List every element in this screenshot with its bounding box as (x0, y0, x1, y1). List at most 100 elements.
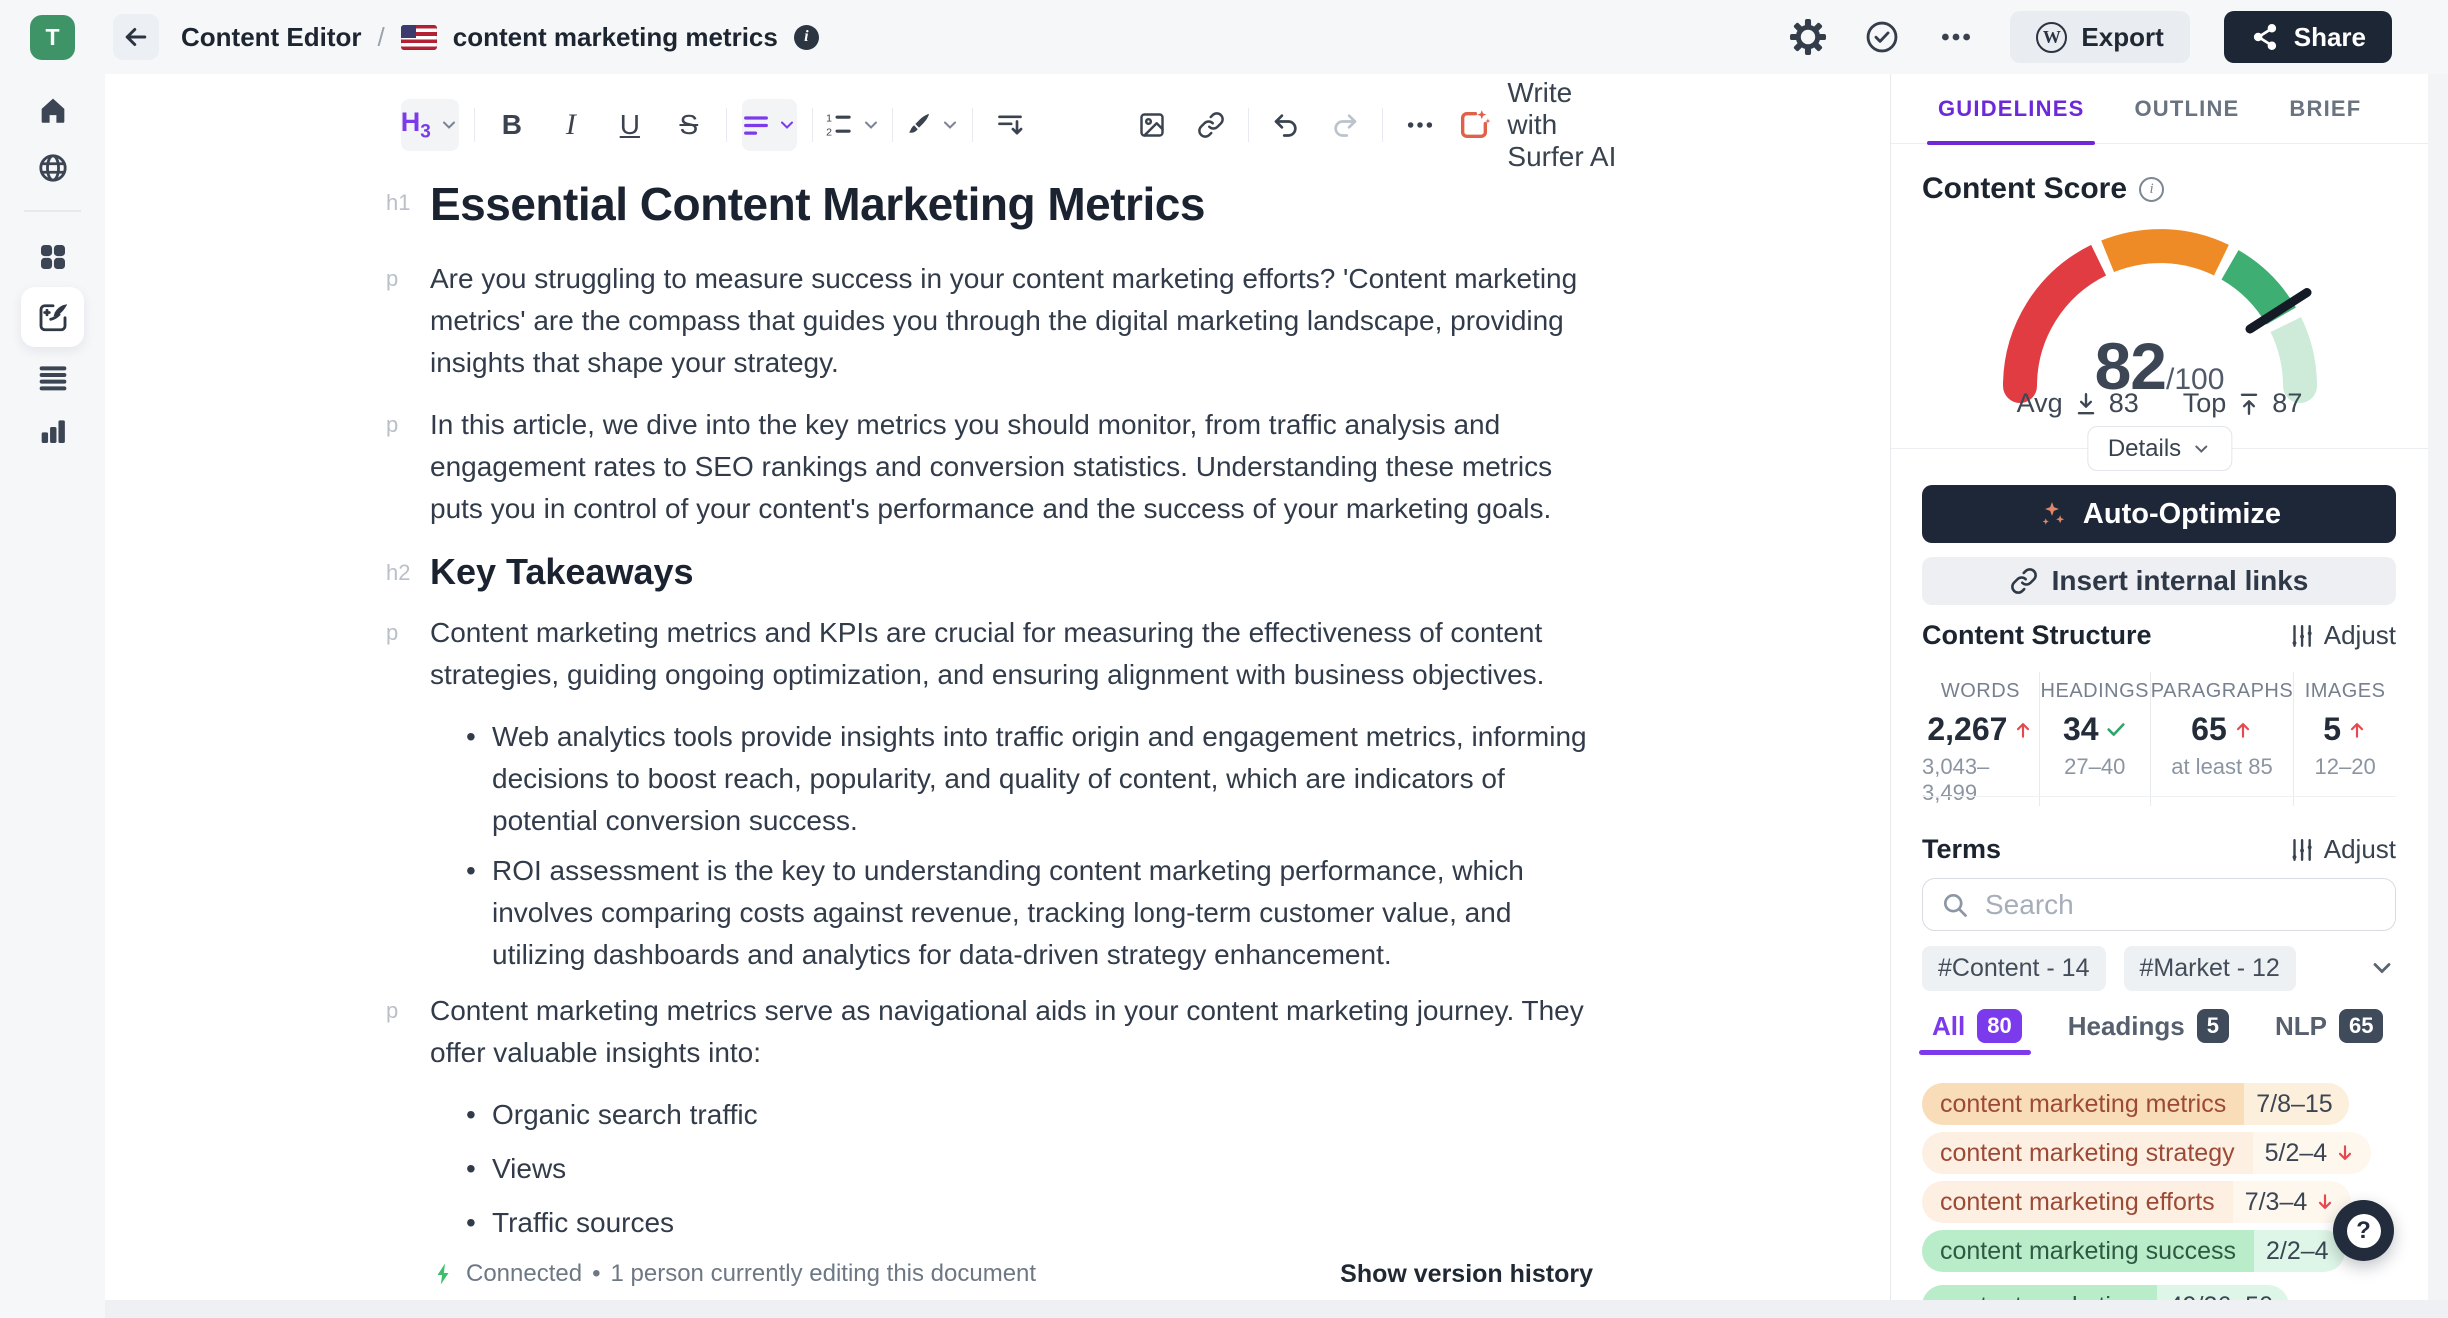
terms-search-input[interactable] (1985, 888, 2377, 921)
auto-optimize-button[interactable]: Auto-Optimize (1922, 485, 2396, 543)
show-version-history-link[interactable]: Show version history (1340, 1260, 1593, 1289)
term-text: content marketing (1922, 1285, 2157, 1300)
topic-chip-content[interactable]: #Content - 14 (1922, 945, 2106, 991)
sidebar-item-analytics[interactable] (0, 415, 105, 447)
term-chip[interactable]: content marketing strategy 5/2–4 (1922, 1132, 2372, 1174)
check-circle-icon[interactable] (1862, 17, 1902, 57)
document-bullet[interactable]: Views (466, 1148, 1592, 1190)
avg-value: 83 (2108, 388, 2139, 418)
content-score-info-icon[interactable]: i (2139, 176, 2165, 202)
toolbar-divider (812, 108, 814, 142)
arrow-left-icon (121, 22, 151, 52)
document-h1[interactable]: Essential Content Marketing Metrics (430, 174, 1592, 234)
document-title[interactable]: content marketing metrics (453, 22, 778, 53)
stat-label: WORDS (1940, 680, 2020, 702)
settings-gear-icon[interactable] (1788, 17, 1828, 57)
tab-outline[interactable]: OUTLINE (2134, 96, 2239, 122)
score-details-button[interactable]: Details (2086, 426, 2233, 471)
tab-guidelines[interactable]: GUIDELINES (1938, 96, 2084, 122)
sidebar-item-outlines[interactable] (0, 361, 105, 393)
ordered-list-icon: 12 (825, 111, 853, 139)
terms-title: Terms (1922, 834, 2002, 864)
chevron-down-icon (439, 115, 459, 135)
toolbar-divider (725, 108, 727, 142)
breadcrumb-root[interactable]: Content Editor (181, 22, 362, 53)
italic-button[interactable]: I (549, 99, 593, 151)
underline-button[interactable]: U (608, 99, 652, 151)
terms-adjust-button[interactable]: Adjust (2288, 834, 2396, 865)
export-button[interactable]: W Export (2010, 11, 2190, 63)
topic-chip-market[interactable]: #Market - 12 (2123, 945, 2296, 991)
term-count: 5/2–4 (2264, 1138, 2328, 1167)
term-chip[interactable]: content marketing metrics 7/8–15 (1922, 1083, 2349, 1125)
stat-words: WORDS 2,267 3,043–3,499 (1922, 672, 2039, 806)
sidebar-item-home[interactable] (0, 93, 105, 127)
ai-button-label: Write with Surfer AI (1507, 77, 1617, 172)
term-text: content marketing efforts (1922, 1181, 2233, 1223)
link-icon (2010, 567, 2038, 595)
guidelines-panel: GUIDELINES OUTLINE BRIEF Content Score i… (1890, 74, 2428, 1300)
document-paragraph[interactable]: Are you struggling to measure success in… (430, 258, 1592, 384)
workspace-avatar[interactable]: T (30, 15, 75, 60)
document-paragraph[interactable]: In this article, we dive into the key me… (430, 404, 1592, 530)
alignment-dropdown[interactable] (741, 99, 798, 151)
connected-status: Connected (466, 1260, 583, 1287)
undo-button[interactable] (1264, 99, 1308, 151)
document-info-icon[interactable]: i (793, 24, 819, 50)
stat-paragraphs: PARAGRAPHS 65 at least 85 (2149, 672, 2293, 806)
back-button[interactable] (113, 14, 159, 60)
term-chip[interactable]: content marketing efforts 7/3–4 (1922, 1181, 2352, 1223)
toolbar-more-button[interactable] (1398, 99, 1442, 151)
strikethrough-label: S (679, 109, 699, 140)
terms-tab-label: All (1932, 1010, 1966, 1041)
indent-button[interactable] (988, 99, 1032, 151)
topics-expand-chevron-icon[interactable] (2368, 954, 2396, 982)
stat-label: IMAGES (2304, 680, 2386, 702)
insert-link-button[interactable] (1189, 99, 1233, 151)
home-icon (36, 93, 70, 127)
document-paragraph[interactable]: Content marketing metrics serve as navig… (430, 990, 1592, 1074)
redo-icon (1331, 111, 1359, 139)
list-dropdown[interactable]: 12 (825, 99, 877, 151)
help-button[interactable]: ? (2333, 1200, 2394, 1261)
document-bullet[interactable]: Traffic sources (466, 1202, 1592, 1244)
insert-internal-links-button[interactable]: Insert internal links (1922, 557, 2396, 605)
document-bullet[interactable]: ROI assessment is the key to understandi… (466, 850, 1592, 976)
document-bullet[interactable]: Web analytics tools provide insights int… (466, 716, 1592, 842)
document-bullet-list[interactable]: Organic search traffic Views Traffic sou… (430, 1094, 1592, 1244)
highlight-dropdown[interactable] (908, 99, 957, 151)
sidebar-item-content-editor-active[interactable] (21, 287, 84, 347)
term-chip[interactable]: content marketing 49/26–50 (1922, 1285, 2289, 1300)
tab-brief[interactable]: BRIEF (2289, 96, 2361, 122)
strikethrough-button[interactable]: S (667, 99, 711, 151)
document-paragraph[interactable]: Content marketing metrics and KPIs are c… (430, 612, 1592, 696)
sidebar-item-dashboard[interactable] (0, 241, 105, 273)
stat-range: at least 85 (2171, 754, 2273, 779)
term-chip[interactable]: content marketing success 2/2–4 (1922, 1230, 2345, 1272)
redo-button[interactable] (1323, 99, 1367, 151)
sidebar-item-domains[interactable] (0, 151, 105, 185)
top-value: 87 (2272, 388, 2303, 418)
workspace-avatar-letter: T (45, 24, 60, 50)
document-bullet[interactable]: Organic search traffic (466, 1094, 1592, 1136)
write-with-surfer-ai-button[interactable]: Write with Surfer AI (1457, 77, 1625, 173)
term-count: 49/26–50 (2169, 1292, 2273, 1301)
document-bullet-list[interactable]: Web analytics tools provide insights int… (430, 716, 1592, 976)
content-structure-adjust-button[interactable]: Adjust (2288, 620, 2396, 651)
stat-headings: HEADINGS 34 27–40 (2038, 672, 2150, 806)
more-options-icon[interactable] (1936, 17, 1976, 57)
question-mark-icon: ? (2346, 1213, 2381, 1248)
terms-tab-all[interactable]: All 80 (1932, 1009, 2022, 1043)
terms-tab-headings[interactable]: Headings 5 (2068, 1009, 2229, 1043)
brush-icon (904, 111, 932, 139)
terms-tab-nlp[interactable]: NLP 65 (2275, 1009, 2384, 1043)
document-body[interactable]: h1 Essential Content Marketing Metrics p… (386, 174, 1592, 1258)
share-button[interactable]: Share (2223, 11, 2392, 63)
search-icon (1941, 891, 1969, 919)
bold-button[interactable]: B (490, 99, 534, 151)
heading-style-dropdown[interactable]: H3 (401, 99, 459, 151)
sliders-icon (2288, 623, 2314, 649)
insert-image-button[interactable] (1130, 99, 1174, 151)
terms-filter-tabs: All 80 Headings 5 NLP 65 (1932, 1006, 2396, 1046)
document-h2[interactable]: Key Takeaways (430, 550, 1592, 594)
